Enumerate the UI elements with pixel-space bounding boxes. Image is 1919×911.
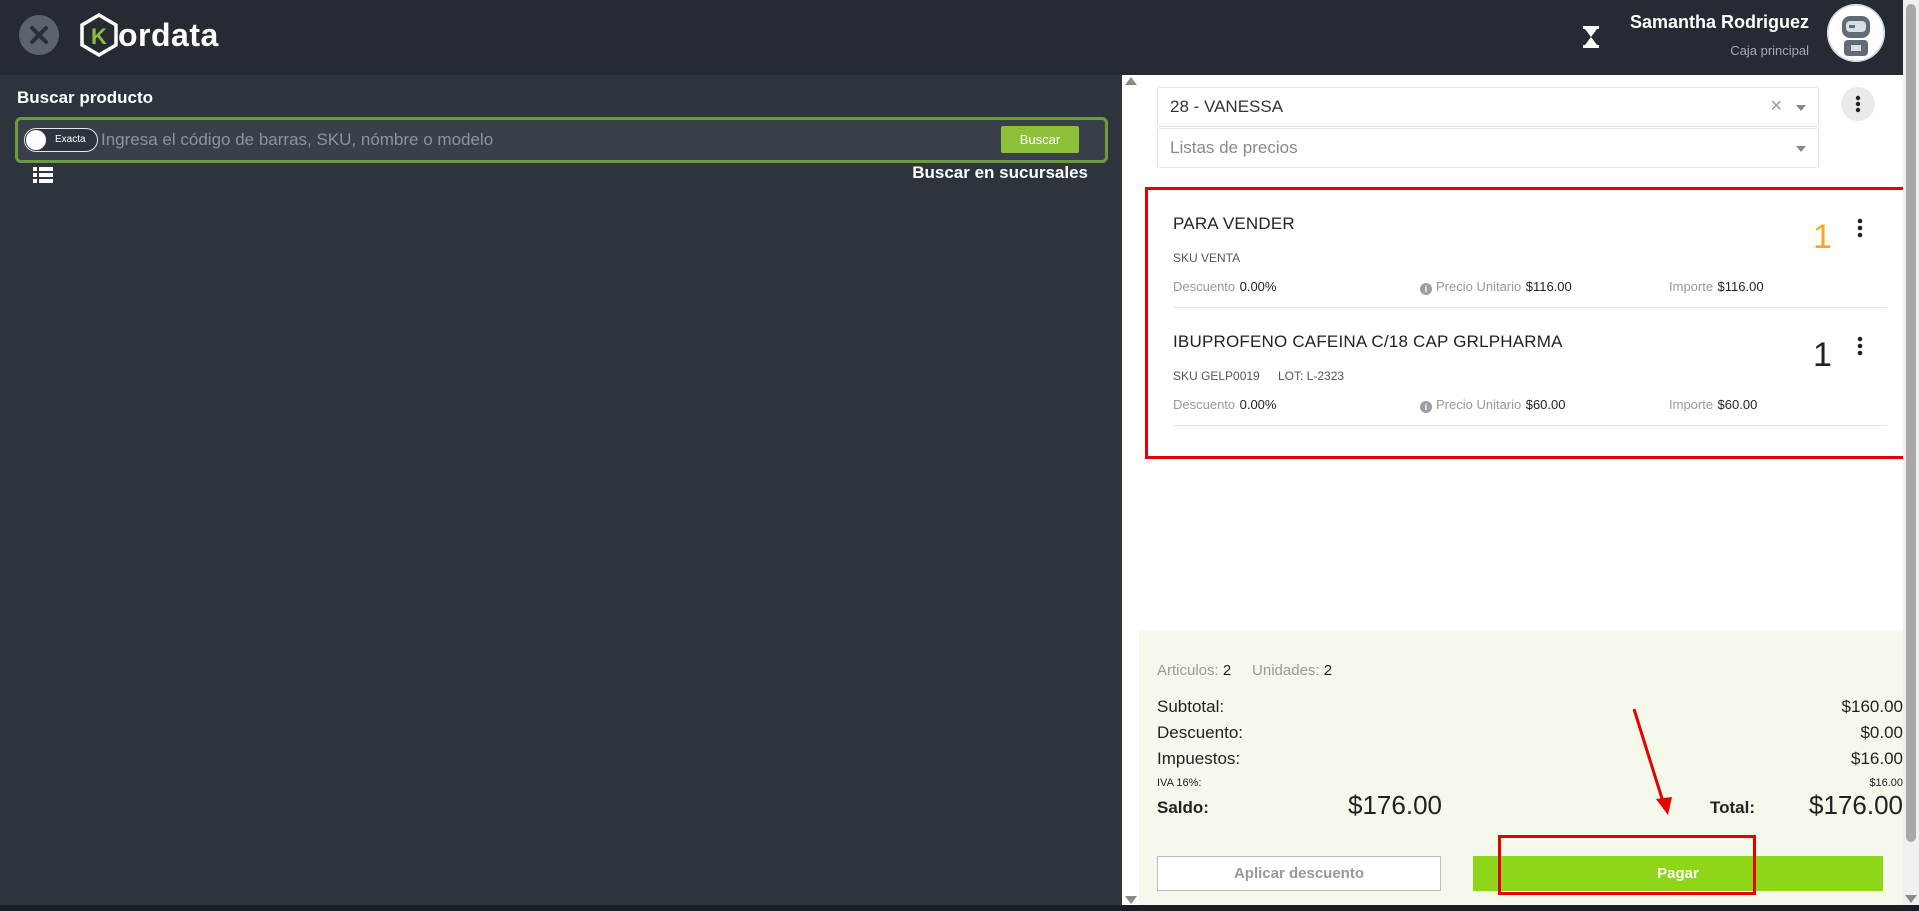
- product-search-input[interactable]: [101, 126, 1001, 154]
- scroll-down-arrow-icon[interactable]: [1905, 895, 1917, 903]
- price-list-placeholder: Listas de precios: [1170, 138, 1298, 157]
- pay-button-highlight: [1498, 835, 1756, 895]
- info-icon: i: [1420, 401, 1432, 413]
- total-label: Total:: [1710, 798, 1756, 817]
- taxes-value: $16.00: [1851, 749, 1903, 768]
- item-lot: LOT: L-2323: [1278, 369, 1345, 383]
- annotation-arrow-icon: [1632, 708, 1672, 815]
- subtotal-label: Subtotal:: [1157, 697, 1225, 716]
- item-name: IBUPROFENO CAFEINA C/18 CAP GRLPHARMA: [1173, 332, 1563, 351]
- info-icon: i: [1420, 283, 1432, 295]
- chevron-down-icon[interactable]: [1796, 105, 1806, 111]
- user-role: Caja principal: [1730, 43, 1809, 58]
- taxes-label: Impuestos:: [1157, 749, 1241, 768]
- item-quantity[interactable]: 1: [1813, 336, 1832, 375]
- svg-text:K: K: [91, 24, 107, 49]
- item-discount: Descuento 0.00%: [1173, 397, 1277, 412]
- exact-match-toggle[interactable]: Exacta: [24, 128, 98, 152]
- balance-value: $176.00: [1348, 790, 1442, 820]
- cart-items-highlight: PARA VENDER SKU VENTA Descuento 0.00% iP…: [1145, 187, 1919, 459]
- item-unit-price: i Precio Unitario $60.00: [1420, 396, 1565, 414]
- iva-value: $16.00: [1869, 777, 1903, 789]
- logo-hexagon-icon: K: [80, 13, 118, 57]
- apply-discount-button[interactable]: Aplicar descuento: [1157, 856, 1441, 891]
- search-title: Buscar producto: [17, 88, 154, 107]
- item-name: PARA VENDER: [1173, 214, 1295, 233]
- total-value: $176.00: [1809, 790, 1903, 820]
- toggle-label: Exacta: [55, 134, 86, 145]
- close-button[interactable]: [19, 15, 59, 55]
- avatar[interactable]: [1827, 4, 1885, 62]
- scroll-up-arrow-icon[interactable]: [1125, 77, 1137, 85]
- window-scrollbar[interactable]: [1903, 0, 1919, 911]
- customer-options-button[interactable]: [1841, 87, 1875, 121]
- scrollbar-thumb[interactable]: [1906, 4, 1916, 842]
- bottom-edge: [0, 905, 1919, 911]
- more-vertical-icon[interactable]: [1855, 336, 1865, 356]
- item-unit-price: i Precio Unitario $116.00: [1420, 278, 1572, 296]
- user-name: Samantha Rodriguez: [1629, 12, 1809, 32]
- cart-panel: 28 - VANESSA × Listas de precios PARA VE…: [1139, 75, 1919, 911]
- robot-avatar-icon: [1827, 4, 1885, 62]
- item-counts: Articulos: 2 Unidades: 2: [1157, 662, 1333, 679]
- item-discount: Descuento 0.00%: [1173, 279, 1277, 294]
- more-vertical-icon: [1855, 95, 1861, 113]
- chevron-down-icon[interactable]: [1796, 146, 1806, 152]
- cart-item[interactable]: IBUPROFENO CAFEINA C/18 CAP GRLPHARMA SK…: [1173, 308, 1887, 426]
- toggle-knob: [26, 130, 46, 150]
- kordata-logo: K ordata: [80, 10, 219, 60]
- more-vertical-icon[interactable]: [1855, 218, 1865, 238]
- item-amount: Importe $116.00: [1669, 279, 1764, 294]
- cart-item[interactable]: PARA VENDER SKU VENTA Descuento 0.00% iP…: [1173, 190, 1887, 308]
- subtotal-value: $160.00: [1841, 697, 1903, 716]
- scroll-down-arrow-icon[interactable]: [1125, 896, 1137, 904]
- top-bar: K ordata Samantha Rodriguez Caja princip…: [0, 0, 1919, 75]
- iva-label: IVA 16%:: [1157, 777, 1202, 789]
- price-list-select[interactable]: Listas de precios: [1157, 128, 1819, 168]
- item-quantity[interactable]: 1: [1813, 218, 1832, 257]
- clear-icon[interactable]: ×: [1770, 95, 1782, 118]
- list-view-icon[interactable]: [33, 166, 53, 184]
- discount-label: Descuento:: [1157, 723, 1243, 742]
- customer-select-value: 28 - VANESSA: [1170, 97, 1284, 116]
- search-box: Exacta Buscar: [15, 117, 1108, 163]
- item-sku: SKU GELP0019: [1173, 369, 1260, 383]
- logo-text: ordata: [118, 16, 219, 53]
- hourglass-icon[interactable]: [1580, 24, 1602, 50]
- cart-scrollbar[interactable]: [1122, 75, 1139, 911]
- close-icon: [30, 26, 48, 44]
- item-sku: SKU VENTA: [1173, 251, 1241, 265]
- product-search-panel: Buscar producto Exacta Buscar Buscar en …: [0, 75, 1122, 911]
- balance-label: Saldo:: [1157, 798, 1209, 817]
- customer-select[interactable]: 28 - VANESSA ×: [1157, 87, 1819, 127]
- discount-value: $0.00: [1860, 723, 1903, 742]
- item-amount: Importe $60.00: [1669, 397, 1758, 412]
- search-branches-link[interactable]: Buscar en sucursales: [912, 163, 1088, 183]
- search-button[interactable]: Buscar: [1001, 126, 1079, 153]
